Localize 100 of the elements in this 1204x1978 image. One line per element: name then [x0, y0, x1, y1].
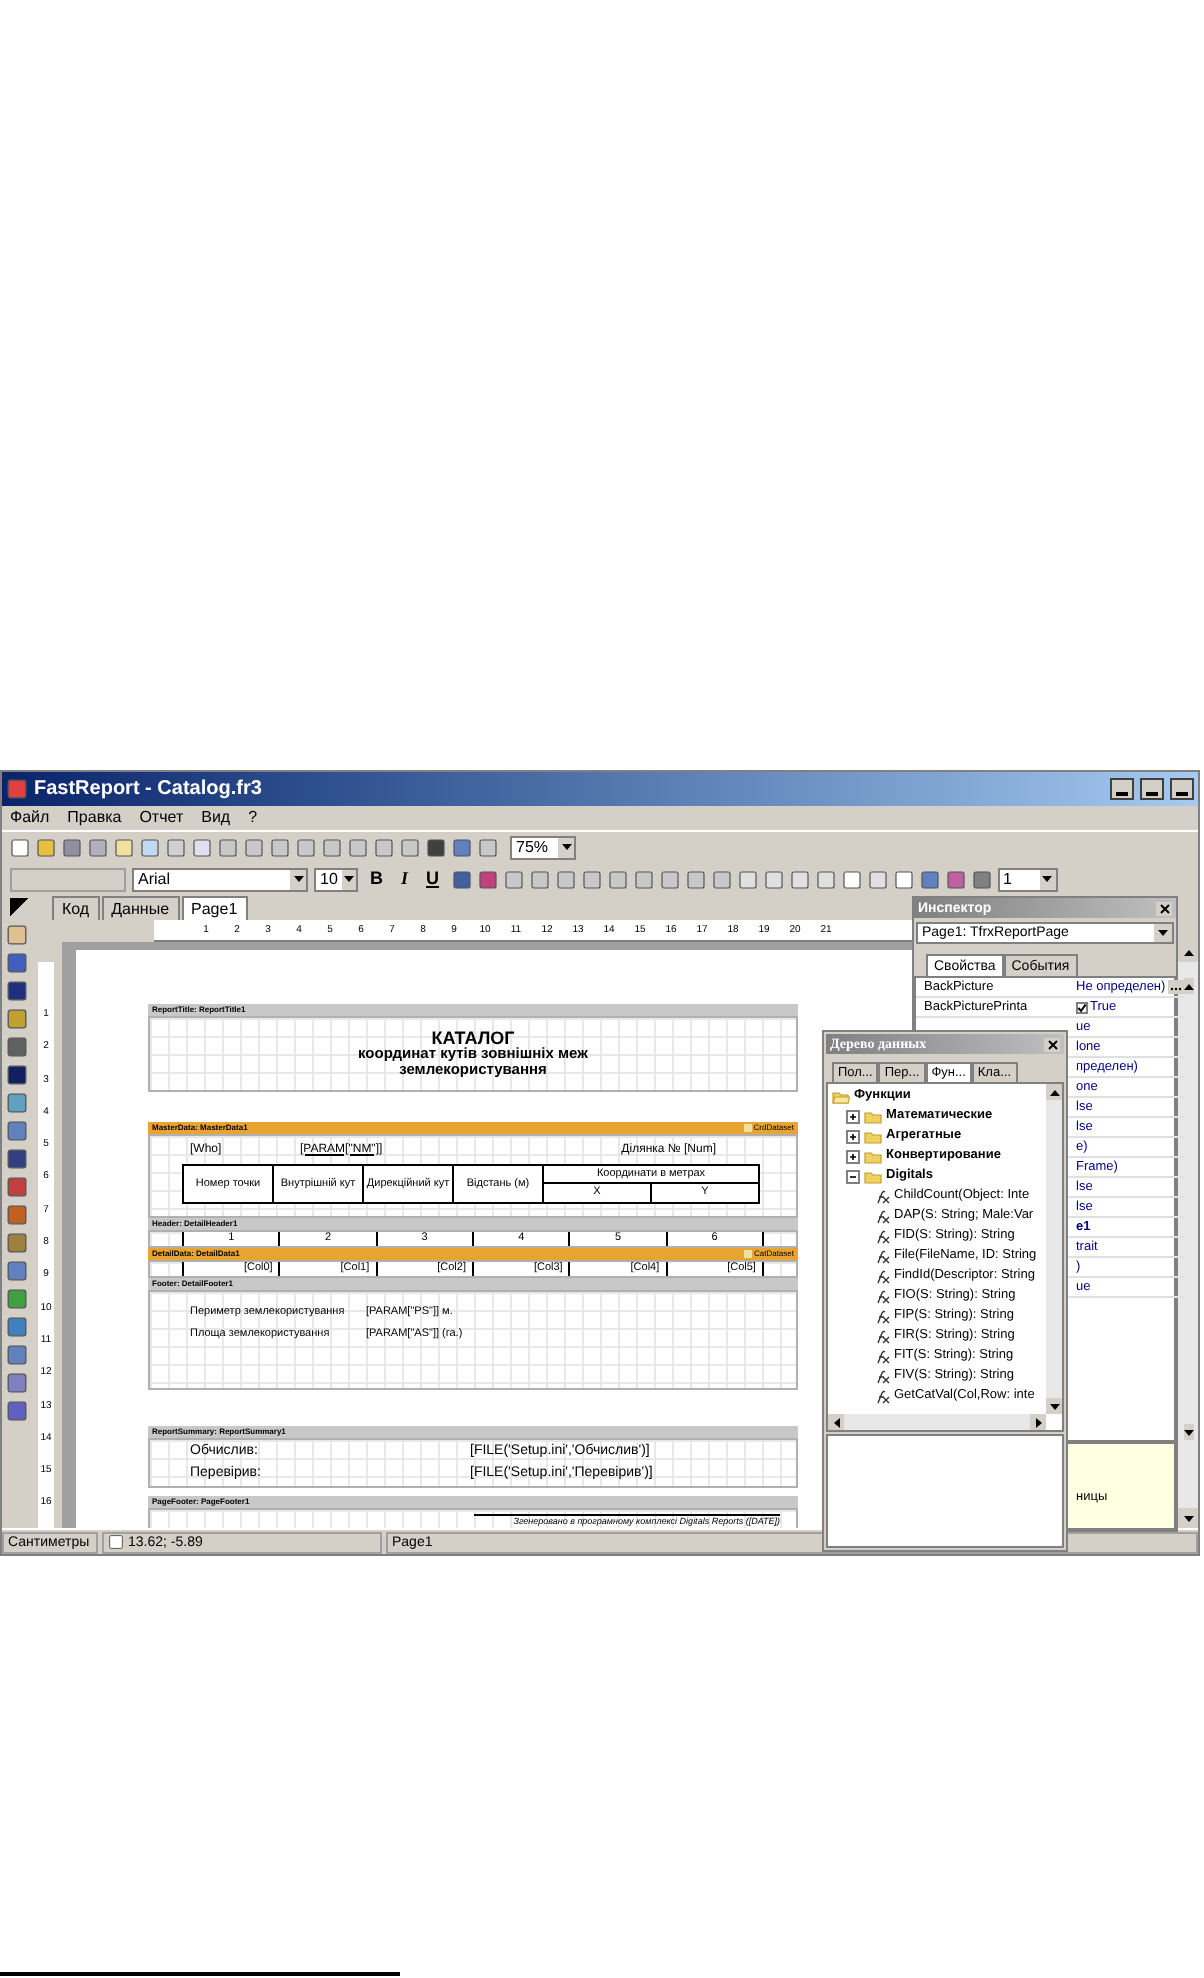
caret-icon[interactable]: [290, 869, 306, 889]
toolbar-icon[interactable]: [815, 869, 836, 889]
tool-icon[interactable]: [5, 1148, 27, 1170]
collapse-icon[interactable]: [846, 1169, 860, 1183]
expand-icon[interactable]: [846, 1109, 860, 1123]
tool-icon[interactable]: [5, 1232, 27, 1254]
font-size-dropdown[interactable]: 10: [314, 867, 358, 891]
scroll-up-button[interactable]: [1183, 978, 1194, 994]
tool-icon[interactable]: [5, 1176, 27, 1198]
tab[interactable]: Данные: [101, 896, 180, 920]
toolbar-icon[interactable]: [555, 869, 576, 889]
minimize-icon[interactable]: [1110, 778, 1134, 800]
dataset-icon: [743, 1250, 752, 1258]
menu-item[interactable]: Отчет: [139, 810, 184, 826]
pointer-icon[interactable]: [10, 898, 34, 920]
function-icon: [876, 1309, 890, 1323]
caret-icon[interactable]: [342, 869, 356, 889]
tab[interactable]: Код: [52, 896, 100, 920]
tab[interactable]: Page1: [181, 896, 248, 920]
toolbar-icon[interactable]: [529, 869, 550, 889]
down-triangle-icon: [1183, 1429, 1194, 1435]
function-icon: [876, 1329, 890, 1343]
toolbar-icon[interactable]: [633, 869, 654, 889]
cursor-position-icon: [108, 1534, 124, 1550]
toolbar-icon[interactable]: [451, 869, 472, 889]
scroll-right-button[interactable]: [1030, 1414, 1046, 1430]
open-folder-icon: [832, 1089, 850, 1103]
line-width-dropdown[interactable]: 1: [997, 867, 1058, 891]
tool-icon[interactable]: [5, 1288, 27, 1310]
toolbar-icon[interactable]: [659, 869, 680, 889]
bold-button[interactable]: B: [364, 865, 389, 893]
down-triangle-icon: [293, 876, 303, 882]
scroll-up-button[interactable]: [1178, 942, 1198, 962]
scrollbar[interactable]: [1046, 1084, 1062, 1414]
ellipsis-icon[interactable]: [1167, 980, 1184, 994]
tool-icon[interactable]: [5, 1260, 27, 1282]
scroll-down-button[interactable]: [1178, 1508, 1198, 1528]
toolbar-icon[interactable]: [685, 869, 706, 889]
toolbar-icon[interactable]: [763, 869, 784, 889]
toolbar-icon[interactable]: [867, 869, 888, 889]
window-title: FastReport - Catalog.fr3: [34, 776, 264, 804]
scroll-down-button[interactable]: [1046, 1398, 1062, 1414]
caret-icon[interactable]: [1154, 924, 1172, 942]
toolbar-icon[interactable]: [971, 869, 992, 889]
menu-item[interactable]: Правка: [67, 810, 122, 826]
down-triangle-icon: [561, 844, 571, 850]
scroll-down-button[interactable]: [1183, 1424, 1194, 1440]
toolbar-icon[interactable]: [581, 869, 602, 889]
zoom-dropdown[interactable]: 75%: [510, 835, 576, 859]
expand-icon[interactable]: [846, 1129, 860, 1143]
up-triangle-icon: [1183, 983, 1194, 989]
tool-icon[interactable]: [5, 924, 27, 946]
menu-item[interactable]: Файл: [10, 810, 50, 826]
tool-icon[interactable]: [5, 952, 27, 974]
expand-icon[interactable]: [846, 1149, 860, 1163]
toolbar-icon[interactable]: [789, 869, 810, 889]
right-triangle-icon: [1035, 1417, 1041, 1427]
down-triangle-icon: [1183, 1515, 1193, 1521]
tool-icon[interactable]: [5, 1036, 27, 1058]
toolbar-icon[interactable]: [503, 869, 524, 889]
toolbar-icon[interactable]: [477, 869, 498, 889]
caret-icon[interactable]: [1039, 869, 1056, 889]
tool-icon[interactable]: [5, 1372, 27, 1394]
scrollbar[interactable]: [828, 1414, 1046, 1430]
function-icon: [876, 1289, 890, 1303]
toolbar-icon[interactable]: [919, 869, 940, 889]
tool-icon[interactable]: [5, 1092, 27, 1114]
down-triangle-icon: [1042, 876, 1053, 882]
down-triangle-icon: [344, 876, 354, 882]
caret-icon[interactable]: [558, 837, 574, 857]
down-triangle-icon: [1049, 1403, 1059, 1409]
function-icon: [876, 1189, 890, 1203]
function-icon: [876, 1249, 890, 1263]
scroll-left-button[interactable]: [828, 1414, 844, 1430]
tool-icon[interactable]: [5, 1344, 27, 1366]
dataset-icon: [743, 1124, 752, 1132]
menu-item[interactable]: ?: [248, 810, 258, 826]
scrollbar[interactable]: [1183, 978, 1194, 1440]
function-icon: [876, 1389, 890, 1403]
tool-icon[interactable]: [5, 1316, 27, 1338]
toolbar-icon[interactable]: [607, 869, 628, 889]
checkbox[interactable]: [1076, 1001, 1088, 1013]
scroll-up-button[interactable]: [1046, 1084, 1062, 1100]
tool-icon[interactable]: [5, 1120, 27, 1142]
toolbar-icon[interactable]: [893, 869, 914, 889]
function-icon: [876, 1269, 890, 1283]
menu-item[interactable]: Вид: [201, 810, 231, 826]
report-title: КАТАЛОГ: [431, 1030, 515, 1046]
tool-icon[interactable]: [5, 1008, 27, 1030]
toolbar-icon[interactable]: [945, 869, 966, 889]
tool-icon[interactable]: [5, 980, 27, 1002]
toolbar-icon[interactable]: [841, 869, 862, 889]
underline-button[interactable]: U: [420, 865, 446, 893]
tool-icon[interactable]: [5, 1400, 27, 1422]
toolbar-icon[interactable]: [737, 869, 758, 889]
tool-icon[interactable]: [5, 1064, 27, 1086]
font-dropdown[interactable]: Arial: [132, 867, 308, 891]
toolbar-icon[interactable]: [711, 869, 732, 889]
tool-icon[interactable]: [5, 1204, 27, 1226]
italic-button[interactable]: I: [395, 865, 415, 893]
